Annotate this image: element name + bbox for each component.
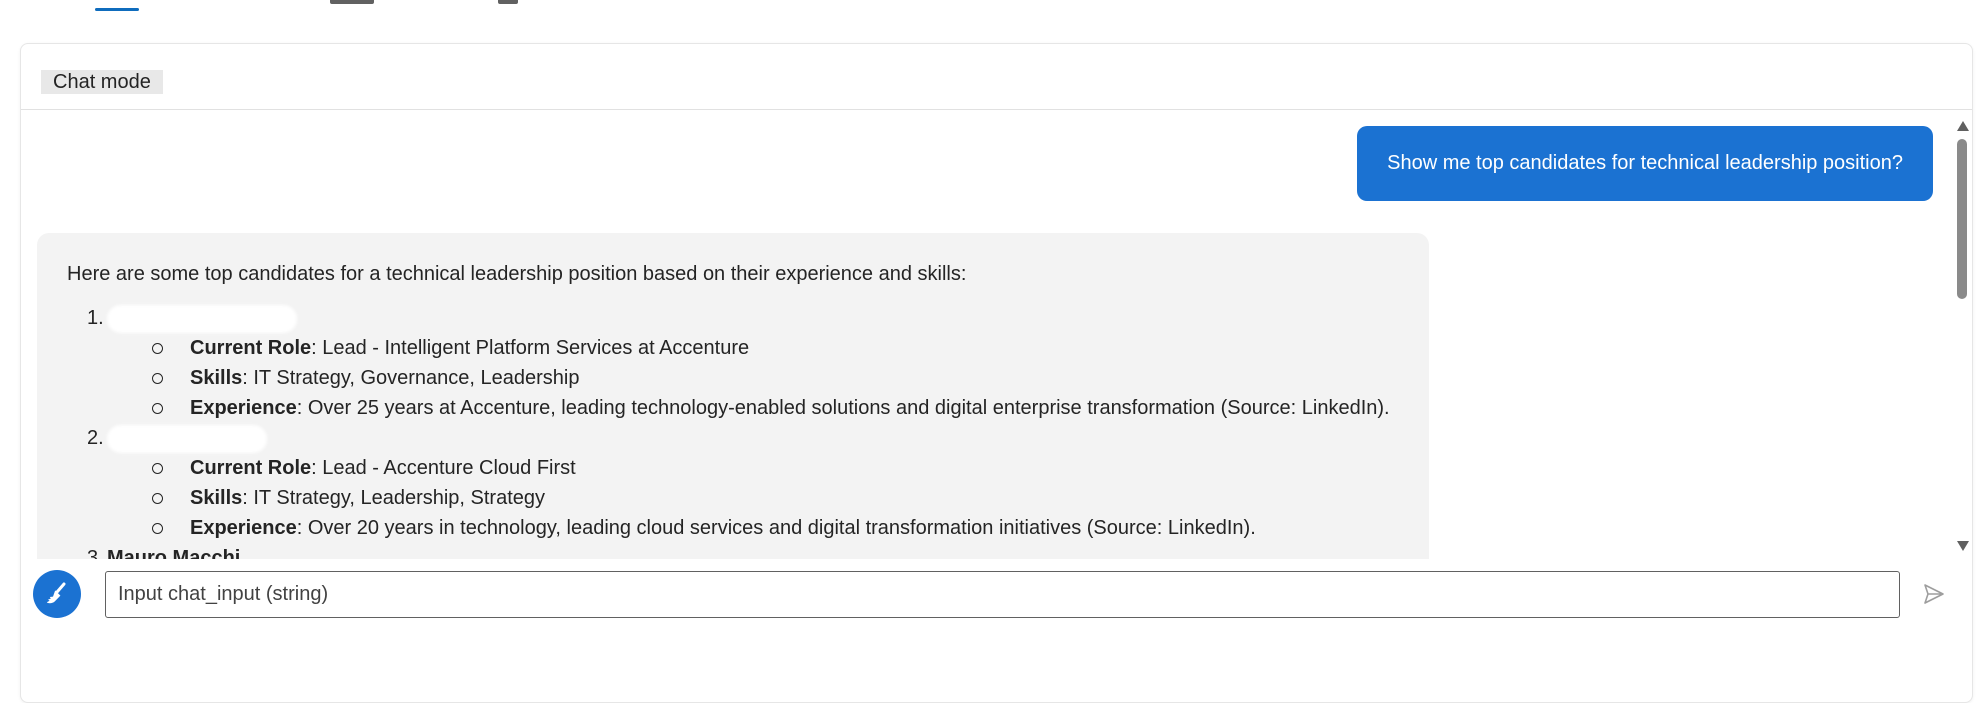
detail-item: Skills: IT Strategy, Governance, Leaders… <box>152 363 1399 393</box>
scroll-down-arrow-icon[interactable] <box>1957 541 1969 551</box>
candidate-details: Current Role: Lead - Intelligent Platfor… <box>107 333 1399 423</box>
scroll-thumb[interactable] <box>1957 139 1967 299</box>
candidate-number: 2. <box>87 427 104 449</box>
detail-item: Current Role: Lead - Intelligent Platfor… <box>152 333 1399 363</box>
chat-scrollbar[interactable] <box>1954 121 1970 551</box>
detail-item: Skills: IT Strategy, Leadership, Strateg… <box>152 483 1399 513</box>
panel-header: Chat mode <box>21 44 1972 110</box>
redacted-name <box>107 304 297 333</box>
chat-input-row <box>21 564 1972 624</box>
candidate-details: Current Role: Lead - Accenture Cloud Fir… <box>107 453 1399 543</box>
send-button[interactable] <box>1920 580 1948 608</box>
active-tab-indicator <box>95 8 139 11</box>
chat-mode-label: Chat mode <box>41 70 163 94</box>
candidate-name: Mauro Macchi <box>107 547 241 559</box>
chat-input[interactable] <box>105 571 1900 618</box>
send-icon <box>1924 584 1944 604</box>
clear-chat-button[interactable] <box>33 570 81 618</box>
candidate-list: 1. Current Role: Lead - Intelligent Plat… <box>67 303 1399 559</box>
candidate-item: 3. Mauro Macchi <box>67 543 1399 559</box>
chat-panel: Chat mode Show me top candidates for tec… <box>20 43 1973 703</box>
detail-item: Experience: Over 25 years at Accenture, … <box>152 393 1399 423</box>
detail-item: Current Role: Lead - Accenture Cloud Fir… <box>152 453 1399 483</box>
candidate-number: 3. <box>87 547 104 559</box>
user-message-bubble: Show me top candidates for technical lea… <box>1357 126 1933 201</box>
assistant-message-bubble: Here are some top candidates for a techn… <box>37 233 1429 559</box>
scroll-up-arrow-icon[interactable] <box>1957 121 1969 131</box>
candidate-item: 1. Current Role: Lead - Intelligent Plat… <box>67 303 1399 423</box>
assistant-intro-text: Here are some top candidates for a techn… <box>67 263 967 285</box>
candidate-item: 2. Current Role: Lead - Accenture Cloud … <box>67 423 1399 543</box>
tab-label-fragment[interactable] <box>330 0 374 4</box>
candidate-number: 1. <box>87 307 104 329</box>
detail-item: Experience: Over 20 years in technology,… <box>152 513 1399 543</box>
redacted-name <box>107 424 267 453</box>
tab-label-fragment[interactable] <box>498 0 518 4</box>
chat-history[interactable]: Show me top candidates for technical lea… <box>21 111 1972 559</box>
broom-icon <box>46 582 66 604</box>
